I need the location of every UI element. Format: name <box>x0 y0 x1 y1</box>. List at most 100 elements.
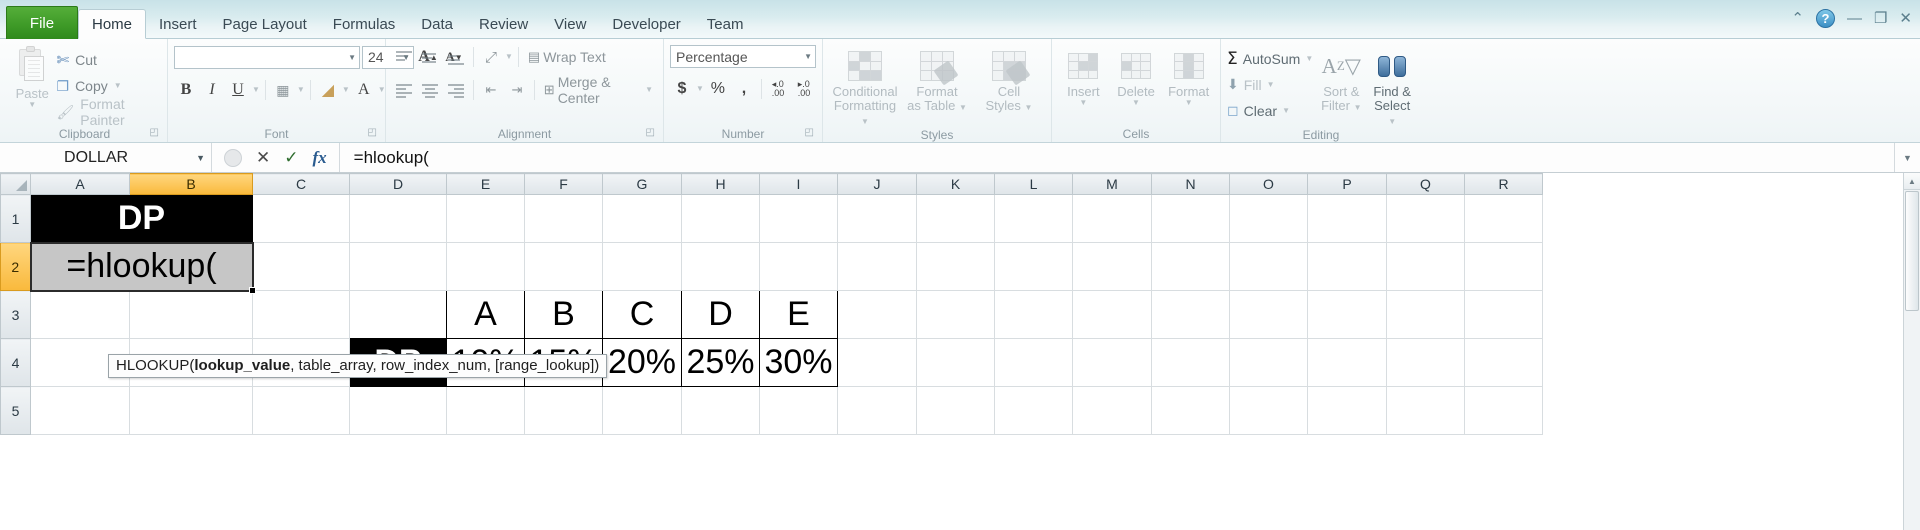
autosum-button[interactable]: Σ AutoSum ▼ <box>1227 47 1313 70</box>
row-header-5[interactable]: 5 <box>0 386 31 435</box>
name-box[interactable]: DOLLAR ▼ <box>0 143 212 172</box>
borders-dropdown-icon[interactable]: ▼ <box>297 86 305 94</box>
sort-filter-button[interactable]: A Z ▽ Sort & Filter ▼ <box>1319 45 1363 113</box>
cell-r3[interactable] <box>1464 290 1543 339</box>
column-header-c[interactable]: C <box>252 173 350 195</box>
column-header-i[interactable]: I <box>759 173 838 195</box>
column-header-o[interactable]: O <box>1229 173 1308 195</box>
find-select-dropdown-icon[interactable]: ▼ <box>1388 117 1396 126</box>
delete-dropdown-icon[interactable]: ▼ <box>1132 99 1140 107</box>
cell-g5[interactable] <box>602 386 682 435</box>
cell-b3[interactable] <box>129 290 253 339</box>
cell-g4[interactable]: 20% <box>602 338 682 387</box>
cell-q2[interactable] <box>1386 242 1465 291</box>
conditional-formatting-button[interactable]: Conditional Formatting ▼ <box>830 45 900 127</box>
cell-m2[interactable] <box>1072 242 1152 291</box>
tab-file[interactable]: File <box>6 6 78 39</box>
cell-k3[interactable] <box>916 290 995 339</box>
format-cells-button[interactable]: Format ▼ <box>1163 45 1214 107</box>
tab-team[interactable]: Team <box>694 10 757 39</box>
minimize-icon[interactable]: — <box>1847 11 1862 26</box>
merge-center-dropdown-icon[interactable]: ▼ <box>645 86 653 94</box>
wrap-text-button[interactable]: ▤ Wrap Text <box>524 45 610 69</box>
tab-home[interactable]: Home <box>78 9 147 39</box>
format-painter-button[interactable]: 🖌 Format Painter <box>57 96 162 128</box>
cell-e2[interactable] <box>446 242 525 291</box>
name-box-dropdown-icon[interactable]: ▼ <box>196 153 205 163</box>
cell-f5[interactable] <box>524 386 603 435</box>
align-bottom-icon[interactable] <box>444 45 468 69</box>
borders-icon[interactable]: ▦ <box>271 78 295 102</box>
restore-icon[interactable]: ❐ <box>1874 11 1887 26</box>
column-header-a[interactable]: A <box>30 173 130 195</box>
copy-button[interactable]: ❐ Copy ▼ <box>57 75 162 97</box>
fat-dropdown-icon[interactable]: ▼ <box>959 103 967 112</box>
formula-input[interactable]: =hlookup( <box>340 143 1894 172</box>
tab-review[interactable]: Review <box>466 10 541 39</box>
row-header-2[interactable]: 2 <box>0 242 31 291</box>
number-dialog-launcher[interactable]: ◰ <box>805 125 814 141</box>
column-header-f[interactable]: F <box>524 173 603 195</box>
cell-c5[interactable] <box>252 386 350 435</box>
cell-g2[interactable] <box>602 242 682 291</box>
italic-button[interactable]: I <box>200 78 224 102</box>
cell-j1[interactable] <box>837 194 917 243</box>
cs-dropdown-icon[interactable]: ▼ <box>1025 103 1033 112</box>
cell-a2-active[interactable]: =hlookup( <box>29 241 256 294</box>
font-name-dropdown-icon[interactable]: ▼ <box>344 53 356 62</box>
column-header-e[interactable]: E <box>446 173 525 195</box>
sort-filter-dropdown-icon[interactable]: ▼ <box>1354 103 1362 112</box>
column-header-q[interactable]: Q <box>1386 173 1465 195</box>
select-all-corner[interactable] <box>0 173 31 195</box>
cell-p4[interactable] <box>1307 338 1387 387</box>
cell-c1[interactable] <box>252 194 350 243</box>
tab-view[interactable]: View <box>541 10 599 39</box>
format-as-table-button[interactable]: Format as Table ▼ <box>902 45 972 113</box>
cell-q3[interactable] <box>1386 290 1465 339</box>
bold-button[interactable]: B <box>174 78 198 102</box>
cell-a5[interactable] <box>30 386 130 435</box>
find-select-button[interactable]: Find & Select ▼ <box>1369 45 1415 127</box>
cell-l3[interactable] <box>994 290 1073 339</box>
cell-l4[interactable] <box>994 338 1073 387</box>
cell-styles-button[interactable]: Cell Styles ▼ <box>974 45 1044 113</box>
cell-m5[interactable] <box>1072 386 1152 435</box>
cell-o3[interactable] <box>1229 290 1308 339</box>
cell-q5[interactable] <box>1386 386 1465 435</box>
clipboard-dialog-launcher[interactable]: ◰ <box>150 125 159 141</box>
insert-dropdown-icon[interactable]: ▼ <box>1079 99 1087 107</box>
cell-r2[interactable] <box>1464 242 1543 291</box>
formula-bar-expand-icon[interactable]: ▼ <box>1894 143 1920 172</box>
insert-function-icon[interactable]: fx <box>313 149 327 166</box>
font-color-dropdown-icon[interactable]: ▼ <box>378 86 386 94</box>
cell-p5[interactable] <box>1307 386 1387 435</box>
cell-f3[interactable]: B <box>524 290 603 339</box>
clear-dropdown-icon[interactable]: ▼ <box>1282 106 1290 115</box>
column-header-d[interactable]: D <box>349 173 447 195</box>
align-center-icon[interactable] <box>418 78 442 102</box>
row-header-4[interactable]: 4 <box>0 338 31 387</box>
cell-e5[interactable] <box>446 386 525 435</box>
vertical-scrollbar[interactable]: ▲ <box>1903 173 1920 530</box>
cell-m4[interactable] <box>1072 338 1152 387</box>
cell-h1[interactable] <box>681 194 760 243</box>
cell-k2[interactable] <box>916 242 995 291</box>
cell-d2[interactable] <box>349 242 447 291</box>
font-dialog-launcher[interactable]: ◰ <box>368 125 377 141</box>
cell-i2[interactable] <box>759 242 838 291</box>
autosum-dropdown-icon[interactable]: ▼ <box>1305 54 1313 63</box>
column-header-l[interactable]: L <box>994 173 1073 195</box>
column-header-j[interactable]: J <box>837 173 917 195</box>
align-middle-icon[interactable] <box>418 45 442 69</box>
cell-l1[interactable] <box>994 194 1073 243</box>
paste-button[interactable]: Paste ▼ <box>8 45 57 109</box>
cell-i1[interactable] <box>759 194 838 243</box>
accounting-dropdown-icon[interactable]: ▼ <box>696 85 704 93</box>
cell-f1[interactable] <box>524 194 603 243</box>
fill-button[interactable]: ⬇ Fill ▼ <box>1227 73 1313 96</box>
cell-h3[interactable]: D <box>681 290 760 339</box>
cell-i4[interactable]: 30% <box>759 338 838 387</box>
decrease-indent-icon[interactable]: ⇤ <box>479 78 503 102</box>
alignment-dialog-launcher[interactable]: ◰ <box>646 125 655 141</box>
fill-handle[interactable] <box>248 286 256 294</box>
